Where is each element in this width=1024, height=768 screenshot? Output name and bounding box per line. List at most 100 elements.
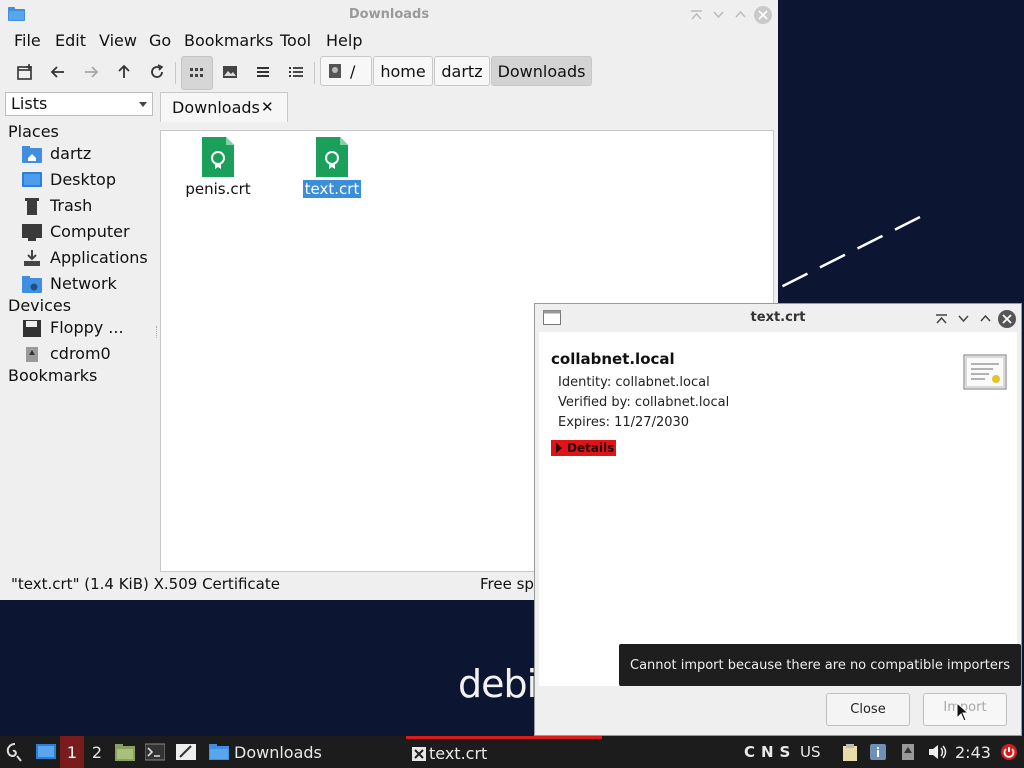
forward-button[interactable] (77, 58, 105, 86)
power-button[interactable] (998, 736, 1020, 768)
speaker-icon (929, 745, 947, 759)
clipboard-tray[interactable] (840, 736, 860, 768)
maximize-icon[interactable] (732, 6, 749, 23)
path-downloads-button[interactable]: Downloads (491, 56, 592, 86)
chevron-down-icon (139, 102, 147, 107)
notification-tray[interactable] (868, 736, 888, 768)
tab-close-icon[interactable]: ✕ (261, 98, 274, 116)
menu-view[interactable]: View (99, 31, 137, 50)
menu-bar: File Edit View Go Bookmarks Tool Help (0, 28, 778, 52)
list-detail-icon (289, 67, 303, 77)
task-x-icon (412, 746, 426, 761)
info-icon (870, 744, 886, 760)
folder-icon (209, 744, 229, 760)
up-button[interactable] (110, 58, 138, 86)
workspace-2[interactable]: 2 (85, 736, 109, 768)
sidebar-item-cdrom0[interactable]: cdrom0 (22, 342, 157, 366)
devices-heading: Devices (8, 296, 72, 315)
menu-launcher[interactable] (3, 736, 27, 768)
clock[interactable]: 2:43 (955, 736, 991, 768)
detailed-list-view-button[interactable] (282, 58, 310, 86)
image-view-icon (223, 66, 237, 78)
shade-icon[interactable] (933, 310, 950, 327)
removable-media-tray[interactable] (898, 736, 918, 768)
side-pane-mode-select[interactable]: Lists (5, 92, 153, 116)
file-name: penis.crt (185, 180, 251, 198)
status-selection-info: "text.crt" (1.4 KiB) X.509 Certificate (11, 575, 280, 593)
sidebar-item-floppy[interactable]: Floppy ... (22, 316, 157, 340)
keyboard-layout[interactable]: US (800, 736, 821, 768)
path-dartz-label: dartz (441, 61, 483, 81)
certificate-verified-by: Verified by: collabnet.local (558, 395, 730, 410)
file-item-text-crt[interactable]: text.crt (287, 137, 377, 198)
task-downloads[interactable]: Downloads (209, 736, 322, 768)
menu-go[interactable]: Go (149, 31, 171, 50)
sidebar-item-desktop[interactable]: Desktop (22, 168, 157, 192)
mouse-cursor-icon (956, 702, 968, 722)
details-expander[interactable]: Details (551, 440, 617, 456)
menu-edit[interactable]: Edit (55, 31, 86, 50)
import-tooltip: Cannot import because there are no compa… (619, 644, 1021, 686)
new-tab-button[interactable] (11, 58, 39, 86)
thumbnail-view-button[interactable] (216, 58, 244, 86)
path-dartz-button[interactable]: dartz (434, 56, 490, 86)
sidebar-item-trash[interactable]: Trash (22, 194, 157, 218)
terminal-launcher[interactable] (143, 736, 167, 768)
task-text-crt[interactable]: text.crt (406, 736, 602, 768)
shade-icon[interactable] (688, 6, 705, 23)
file-item-penis-crt[interactable]: penis.crt (173, 137, 263, 198)
menu-file[interactable]: File (14, 31, 41, 50)
workspace-1[interactable]: 1 (60, 736, 84, 768)
path-home-button[interactable]: home (373, 56, 433, 86)
file-name: text.crt (302, 180, 362, 198)
details-label: Details (567, 441, 615, 455)
file-manager-titlebar[interactable]: Downloads (0, 0, 778, 28)
cdrom-drive-icon (26, 347, 38, 362)
close-button[interactable]: Close (826, 693, 910, 726)
computer-icon (22, 224, 42, 241)
certificate-identity: Identity: collabnet.local (558, 375, 710, 390)
compact-view-button[interactable] (249, 58, 277, 86)
bookmarks-heading: Bookmarks (8, 366, 98, 385)
folder-icon (115, 744, 135, 761)
sidebar-item-applications[interactable]: Applications (22, 246, 157, 270)
certificate-file-icon (316, 137, 348, 177)
menu-bookmarks[interactable]: Bookmarks (184, 31, 273, 50)
keyboard-indicators: CNS (744, 743, 797, 761)
sidebar-item-network[interactable]: Network (22, 272, 157, 296)
certificate-file-icon (202, 137, 234, 177)
menu-help[interactable]: Help (326, 31, 362, 50)
reload-button[interactable] (143, 58, 171, 86)
list-compact-icon (257, 67, 269, 77)
sidebar-item-dartz[interactable]: dartz (22, 142, 157, 166)
icon-view-button[interactable] (181, 56, 213, 90)
expander-arrow-icon (556, 443, 562, 453)
maximize-icon[interactable] (977, 310, 994, 327)
text-editor-launcher[interactable] (174, 736, 198, 768)
show-desktop-launcher[interactable] (34, 736, 58, 768)
tab-downloads[interactable]: Downloads ✕ (160, 92, 288, 122)
trash-icon (25, 198, 39, 215)
status-free-space: Free sp (480, 575, 534, 593)
reload-icon (151, 64, 164, 78)
power-icon (1001, 744, 1017, 760)
drive-icon (329, 64, 341, 78)
close-icon[interactable] (754, 6, 772, 24)
close-icon[interactable] (998, 310, 1016, 328)
minimize-icon[interactable] (955, 310, 972, 327)
volume-tray[interactable] (926, 736, 948, 768)
dialog-titlebar[interactable]: text.crt (535, 304, 1021, 332)
path-root-button[interactable]: / (320, 56, 372, 86)
network-folder-icon (22, 276, 42, 293)
back-button[interactable] (44, 58, 72, 86)
floppy-icon (23, 320, 41, 337)
eject-icon (902, 744, 914, 760)
certificate-document-icon (963, 354, 1007, 390)
sidebar-item-computer[interactable]: Computer (22, 220, 157, 244)
toolbar-separator (314, 62, 315, 84)
menu-tool[interactable]: Tool (280, 31, 311, 50)
file-manager-launcher[interactable] (113, 736, 137, 768)
minimize-icon[interactable] (710, 6, 727, 23)
certificate-summary: collabnet.local Identity: collabnet.loca… (539, 332, 1017, 686)
arrow-up-icon (118, 64, 130, 78)
